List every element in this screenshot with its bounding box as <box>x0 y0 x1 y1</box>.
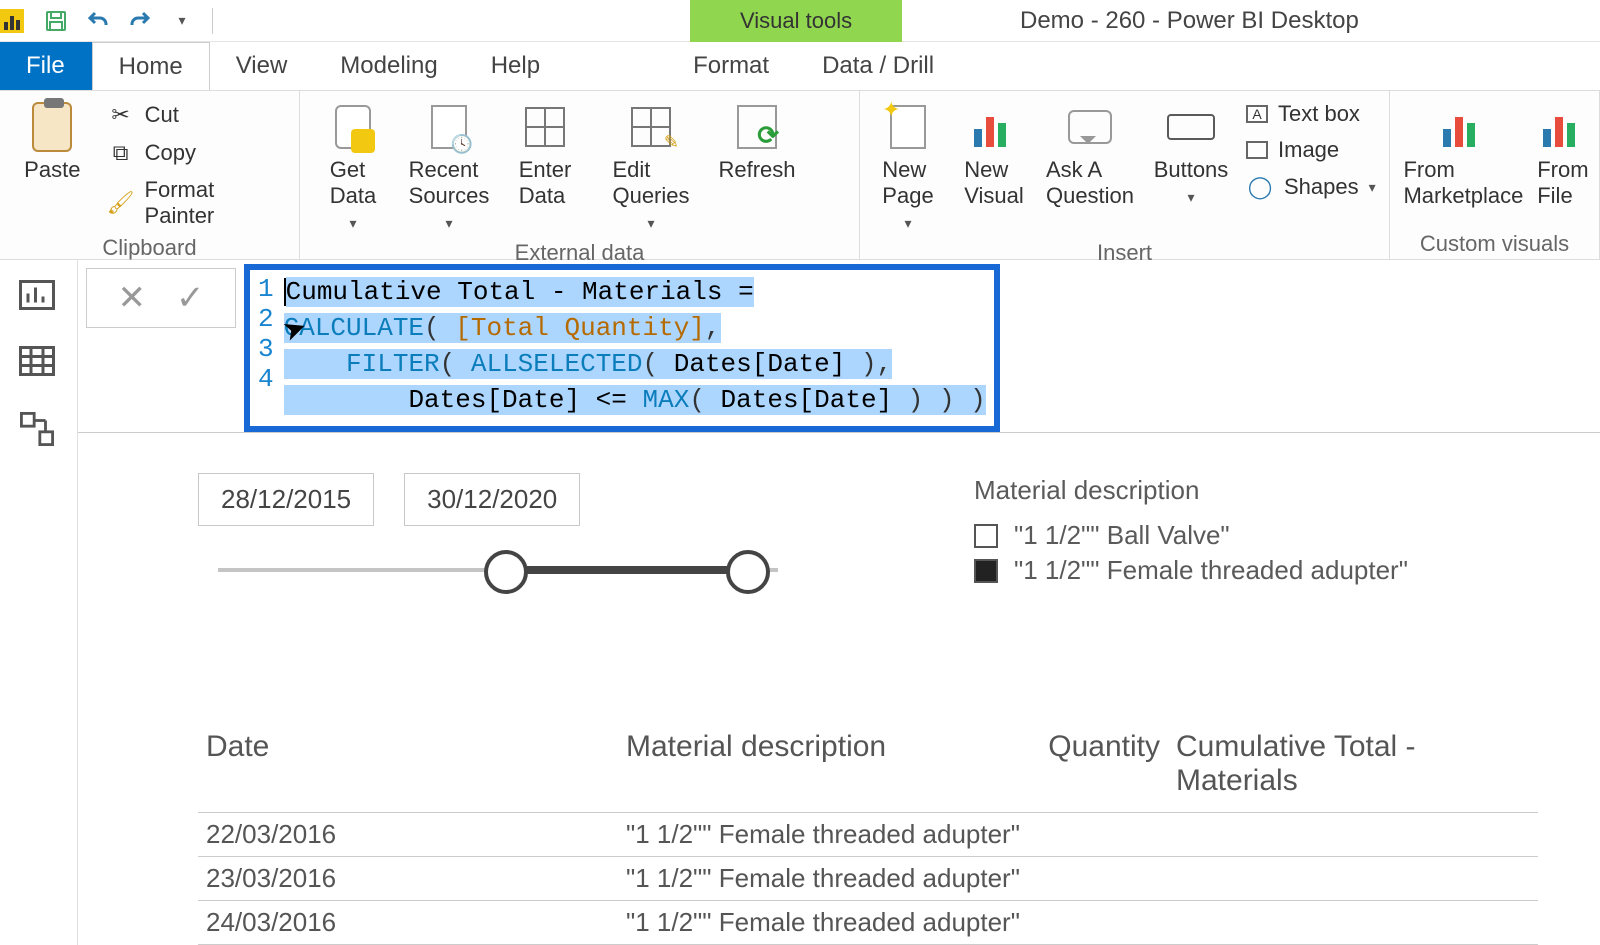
image-button[interactable]: Image <box>1242 135 1380 165</box>
col-date[interactable]: Date <box>198 716 618 812</box>
tab-file[interactable]: File <box>0 42 92 90</box>
ask-question-button[interactable]: Ask A Question <box>1040 99 1140 213</box>
save-icon[interactable] <box>44 9 68 33</box>
get-data-button[interactable]: Get Data▾ <box>308 99 398 236</box>
table-icon <box>525 107 565 147</box>
new-visual-button[interactable]: New Visual <box>954 99 1034 213</box>
legend-item[interactable]: "1 1/2"" Female threaded adupter" <box>974 555 1408 586</box>
copy-icon: ⧉ <box>107 139 135 167</box>
cut-icon: ✂ <box>107 101 135 129</box>
new-page-button[interactable]: ✦New Page▾ <box>868 99 948 236</box>
tab-modeling[interactable]: Modeling <box>314 42 464 90</box>
file-chart-icon <box>1543 107 1583 147</box>
textbox-icon: A <box>1246 105 1268 123</box>
slicer-start-date[interactable]: 28/12/2015 <box>198 473 374 526</box>
copy-button[interactable]: ⧉Copy <box>103 137 291 169</box>
contextual-tab-label: Visual tools <box>690 0 902 42</box>
shapes-icon: ◯ <box>1246 173 1274 201</box>
commit-formula-icon[interactable]: ✓ <box>176 278 205 318</box>
swatch-empty-icon <box>974 524 998 548</box>
format-painter-button[interactable]: 🖌Format Painter <box>103 175 291 231</box>
window-title: Demo - 260 - Power BI Desktop <box>1020 7 1359 35</box>
tab-home[interactable]: Home <box>92 42 210 90</box>
image-icon <box>1246 141 1268 159</box>
from-marketplace-button[interactable]: From Marketplace <box>1398 99 1529 213</box>
data-table: Date Material description Quantity Cumul… <box>198 716 1538 945</box>
from-file-button[interactable]: From File <box>1535 99 1591 213</box>
cancel-formula-icon[interactable]: ✕ <box>118 278 147 318</box>
buttons-button[interactable]: Buttons▾ <box>1146 99 1236 210</box>
button-icon <box>1167 114 1215 140</box>
legend-item[interactable]: "1 1/2"" Ball Valve" <box>974 520 1408 551</box>
qat-dropdown-icon[interactable]: ▾ <box>170 9 194 33</box>
slider-range <box>505 566 745 574</box>
edit-queries-button[interactable]: ✎Edit Queries▾ <box>596 99 706 236</box>
table-edit-icon: ✎ <box>631 107 671 147</box>
group-label-custom: Custom visuals <box>1398 227 1591 259</box>
report-canvas: 28/12/2015 30/12/2020 Material descripti… <box>78 433 1600 945</box>
cut-button[interactable]: ✂Cut <box>103 99 291 131</box>
view-switcher <box>0 260 78 945</box>
ribbon: Paste ✂Cut ⧉Copy 🖌Format Painter Clipboa… <box>0 90 1600 260</box>
paste-button[interactable]: Paste <box>8 99 97 187</box>
paste-label: Paste <box>24 157 80 183</box>
date-slider[interactable] <box>218 546 778 596</box>
line-gutter: 1 2 3 4 <box>250 270 282 426</box>
shapes-button[interactable]: ◯Shapes ▾ <box>1242 171 1380 203</box>
refresh-icon <box>737 105 777 149</box>
recent-sources-button[interactable]: 🕓Recent Sources▾ <box>404 99 494 236</box>
group-label-clipboard: Clipboard <box>8 231 291 263</box>
tab-help[interactable]: Help <box>465 42 567 90</box>
tab-view[interactable]: View <box>210 42 315 90</box>
legend-title: Material description <box>974 475 1408 506</box>
swatch-fill-icon <box>974 559 998 583</box>
tab-format[interactable]: Format <box>667 42 796 90</box>
slicer-end-date[interactable]: 30/12/2020 <box>404 473 580 526</box>
document-clock-icon: 🕓 <box>431 105 467 149</box>
text-box-button[interactable]: AText box <box>1242 99 1380 129</box>
slider-handle-start[interactable] <box>484 550 528 594</box>
redo-icon[interactable] <box>128 9 152 33</box>
refresh-button[interactable]: Refresh <box>712 99 802 187</box>
database-icon <box>335 105 371 149</box>
undo-icon[interactable] <box>86 9 110 33</box>
col-quantity[interactable]: Quantity <box>1038 716 1168 812</box>
legend: Material description "1 1/2"" Ball Valve… <box>974 475 1408 590</box>
code-line-1: Cumulative Total - Materials = <box>286 277 754 307</box>
marketplace-icon <box>1443 107 1483 147</box>
model-view-icon[interactable] <box>19 412 59 448</box>
tab-data-drill[interactable]: Data / Drill <box>796 42 961 90</box>
ribbon-tabs: File Home View Modeling Help Format Data… <box>0 42 1600 90</box>
slider-handle-end[interactable] <box>726 550 770 594</box>
brush-icon: 🖌 <box>107 189 135 217</box>
table-row[interactable]: 24/03/2016 "1 1/2"" Female threaded adup… <box>198 901 1538 945</box>
data-view-icon[interactable] <box>19 346 59 382</box>
speech-bubble-icon <box>1068 110 1112 144</box>
page-spark-icon: ✦ <box>890 105 926 149</box>
table-row[interactable]: 23/03/2016 "1 1/2"" Female threaded adup… <box>198 857 1538 901</box>
col-material[interactable]: Material description <box>618 716 1038 812</box>
col-cumulative[interactable]: Cumulative Total - Materials <box>1168 716 1528 812</box>
chart-icon <box>974 107 1014 147</box>
formula-bar: ✕ ✓ 1 2 3 4 ➤ Cumulative Total - Materia… <box>78 260 1600 433</box>
title-bar: ▾ Visual tools Demo - 260 - Power BI Des… <box>0 0 1600 42</box>
table-row[interactable]: 22/03/2016 "1 1/2"" Female threaded adup… <box>198 813 1538 857</box>
enter-data-button[interactable]: Enter Data <box>500 99 590 213</box>
app-logo-icon <box>0 9 24 33</box>
paste-icon <box>32 102 72 152</box>
report-view-icon[interactable] <box>19 280 59 316</box>
dax-editor[interactable]: 1 2 3 4 ➤ Cumulative Total - Materials =… <box>244 264 1000 432</box>
